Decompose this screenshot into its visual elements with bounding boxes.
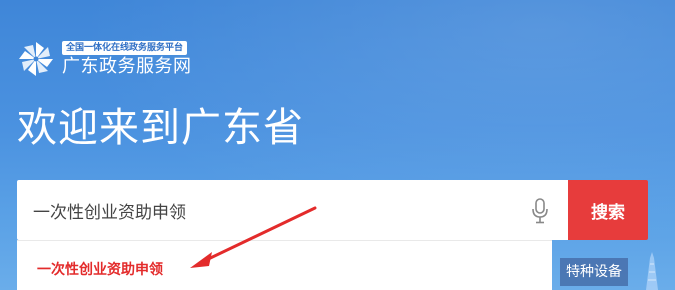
special-equipment-tag[interactable]: 特种设备 [560,258,628,286]
search-box [17,180,569,240]
portal-name: 广东政务服务网 [62,56,192,77]
search-button[interactable]: 搜索 [568,180,648,240]
suggestion-dropdown: 一次性创业资助申领 [17,240,552,290]
pinwheel-logo-icon [19,42,53,76]
suggestion-item[interactable]: 一次性创业资助申领 [37,259,163,279]
platform-badge: 全国一体化在线政务服务平台 [62,41,188,55]
search-input[interactable] [33,180,513,240]
canton-tower-graphic [646,252,658,290]
microphone-icon[interactable] [530,198,550,224]
welcome-heading: 欢迎来到广东省 [17,105,304,151]
